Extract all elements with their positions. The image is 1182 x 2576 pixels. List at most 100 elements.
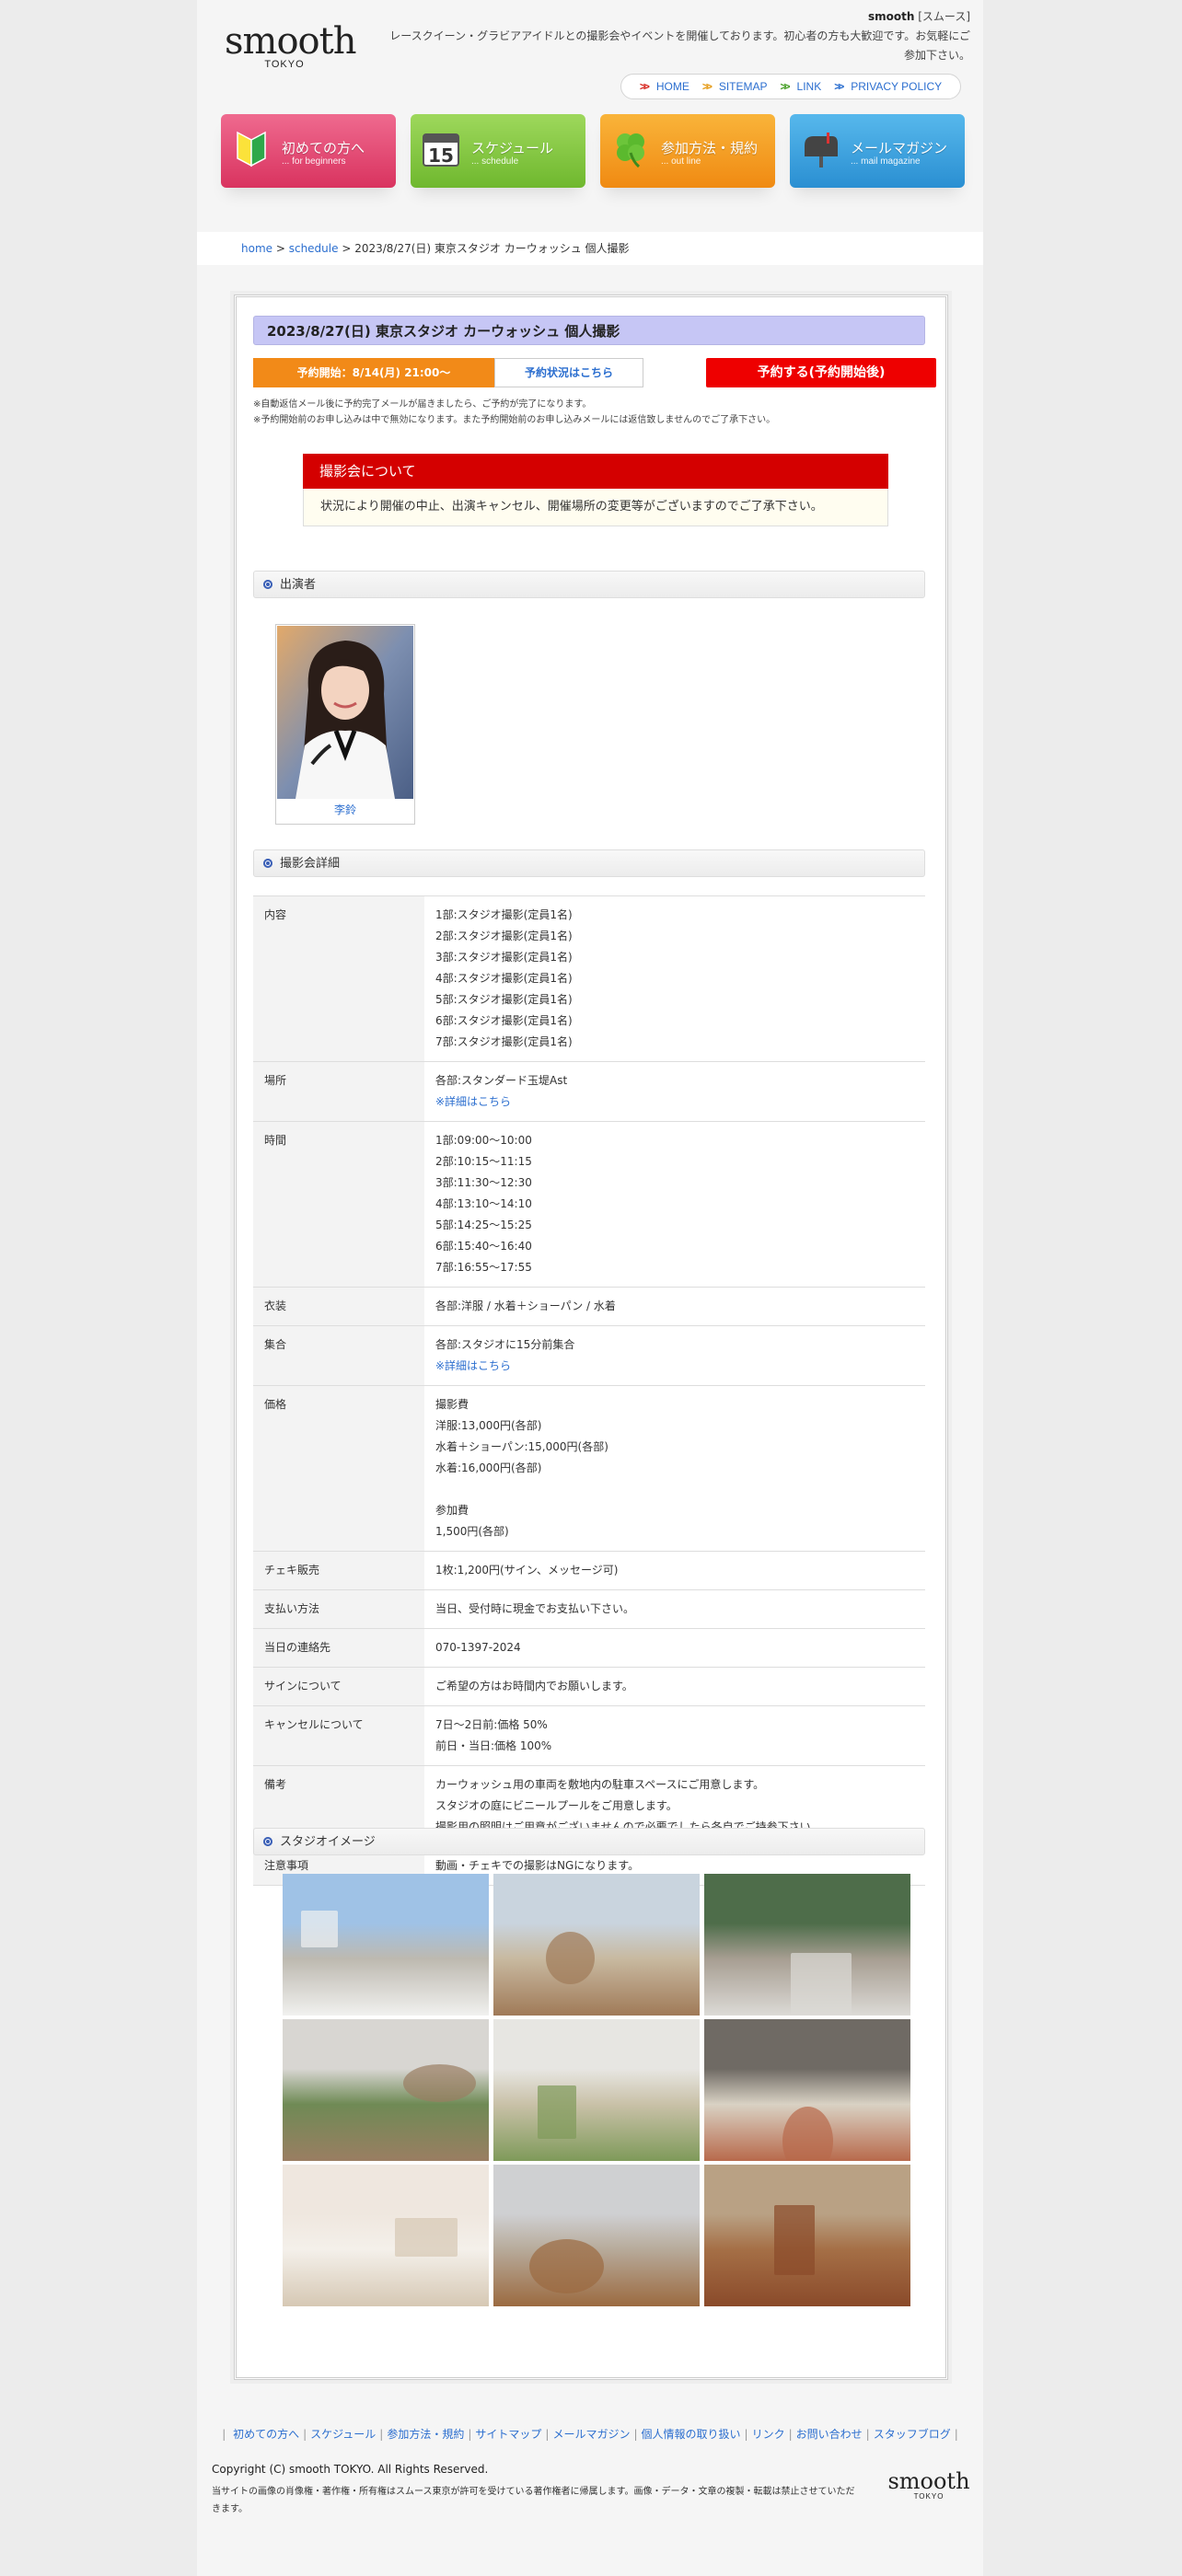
breadcrumb-schedule[interactable]: schedule [289, 242, 339, 255]
event-title: 2023/8/27(日) 東京スタジオ カーウォッシュ 個人撮影 [253, 316, 925, 345]
details-row: サインについて ご希望の方はお時間内でお願いします。 [253, 1667, 925, 1706]
details-key: サインについて [253, 1667, 424, 1706]
details-value-line: 2部:10:15〜11:15 [435, 1155, 532, 1168]
studio-photo[interactable] [493, 2019, 700, 2161]
studio-photo[interactable] [283, 1874, 489, 2016]
details-value: 各部:洋服 / 水着＋ショーパン / 水着 [424, 1287, 925, 1326]
details-row: 時間 1部:09:00〜10:00 2部:10:15〜11:15 3部:11:30〜1… [253, 1121, 925, 1288]
site-logo[interactable]: smooth TOKYO [225, 22, 356, 70]
details-value-line: 水着＋ショーパン:15,000円(各部) [435, 1440, 608, 1453]
nav-home[interactable]: >> HOME [640, 80, 690, 93]
site-intro: smooth [スムース] レースクイーン・グラビアアイドルとの撮影会やイベント… [381, 7, 970, 65]
mailbox-icon [805, 133, 838, 167]
details-value-line: 各部:洋服 / 水着＋ショーパン / 水着 [435, 1300, 616, 1312]
intro-brand: smooth [867, 10, 915, 23]
studio-photo[interactable] [704, 1874, 910, 2016]
footer-link[interactable]: サイトマップ [475, 2428, 541, 2441]
chevron-right-icon: >> [701, 80, 713, 93]
svg-text:15: 15 [428, 144, 454, 167]
details-value-line: 1枚:1,200円(サイン、メッセージ可) [435, 1564, 619, 1577]
studio-photo[interactable] [704, 2165, 910, 2306]
studio-photo[interactable] [283, 2165, 489, 2306]
details-key: 時間 [253, 1121, 424, 1288]
details-value-line: 各部:スタジオに15分前集合 [435, 1338, 575, 1351]
footer-link[interactable]: 初めての方へ [233, 2428, 299, 2441]
note-line: ※自動返信メール後に予約完了メールが届きましたら、ご予約が完了になります。 [253, 399, 592, 410]
details-row: 集合 各部:スタジオに15分前集合 ※詳細はこちら [253, 1325, 925, 1386]
schedule-button[interactable]: 15 スケジュール ... schedule [411, 114, 585, 188]
details-key: 集合 [253, 1325, 424, 1386]
studio-photo[interactable] [283, 2019, 489, 2161]
studio-photo-detail [791, 1953, 852, 2016]
details-key: 価格 [253, 1385, 424, 1552]
beginners-sub: ... for beginners [282, 156, 346, 167]
details-value-line: 1,500円(各部) [435, 1525, 509, 1538]
details-value-line: カーウォッシュ用の車両を敷地内の駐車スペースにご用意します。 [435, 1778, 765, 1791]
studio-photo[interactable] [493, 2165, 700, 2306]
outline-title: 参加方法・規約 [661, 140, 759, 156]
mail-magazine-sub: ... mail magazine [851, 156, 921, 167]
details-value-line: 4部:13:10〜14:10 [435, 1197, 532, 1210]
footer-link[interactable]: 参加方法・規約 [387, 2428, 464, 2441]
details-value-line: 水着:16,000円(各部) [435, 1461, 542, 1474]
outline-sub: ... out line [661, 156, 701, 167]
outline-button[interactable]: 参加方法・規約 ... out line [600, 114, 775, 188]
nav-sitemap-label: SITEMAP [718, 80, 768, 93]
details-value-line: 各部:スタンダード玉堤Ast [435, 1074, 568, 1087]
nav-privacy-label: PRIVACY POLICY [851, 80, 943, 93]
legal-notice: 当サイトの画像の肖像権・著作権・所有権はスムース東京が許可を受けている著作権者に… [212, 2487, 855, 2514]
details-heading: 撮影会詳細 [253, 849, 925, 877]
details-value-line: ご希望の方はお時間内でお願いします。 [435, 1680, 633, 1692]
intro-brand-kana: [スムース] [918, 10, 970, 23]
details-value: 1部:スタジオ撮影(定員1名) 2部:スタジオ撮影(定員1名) 3部:スタジオ撮影(… [424, 895, 925, 1062]
breadcrumb-home[interactable]: home [241, 242, 272, 255]
nav-link[interactable]: >> LINK [781, 80, 822, 93]
footer-link[interactable]: お問い合わせ [796, 2428, 863, 2441]
studio-photo[interactable] [704, 2019, 910, 2161]
nav-privacy[interactable]: >> PRIVACY POLICY [834, 80, 942, 93]
studio-heading: スタジオイメージ [253, 1828, 925, 1855]
reservation-status-link[interactable]: 予約状況はこちら [494, 358, 643, 387]
details-value-line: 撮影費 [435, 1398, 469, 1411]
schedule-sub: ... schedule [471, 156, 519, 167]
details-value-line: 3部:11:30〜12:30 [435, 1176, 532, 1189]
beginners-button[interactable]: 初めての方へ ... for beginners [221, 114, 396, 188]
studio-photo-detail [546, 1932, 595, 1984]
details-value: 1枚:1,200円(サイン、メッセージ可) [424, 1551, 925, 1590]
footer-link[interactable]: リンク [752, 2428, 785, 2441]
details-link[interactable]: ※詳細はこちら [435, 1095, 511, 1108]
page: smooth TOKYO smooth [スムース] レースクイーン・グラビアア… [197, 0, 983, 2576]
details-key: キャンセルについて [253, 1705, 424, 1766]
details-value-line: 7日〜2日前:価格 50% [435, 1718, 548, 1731]
details-key: 支払い方法 [253, 1589, 424, 1629]
footer-link[interactable]: スケジュール [310, 2428, 376, 2441]
studio-photo-detail [529, 2239, 604, 2293]
footer-link[interactable]: メールマガジン [552, 2428, 630, 2441]
reserve-button[interactable]: 予約する(予約開始後) [706, 358, 936, 387]
performer-photo[interactable] [277, 626, 413, 799]
schedule-title: スケジュール [471, 140, 553, 156]
footer-link[interactable]: 個人情報の取り扱い [642, 2428, 741, 2441]
mail-magazine-button[interactable]: メールマガジン ... mail magazine [790, 114, 965, 188]
chevron-right-icon: >> [639, 80, 650, 93]
details-key: 内容 [253, 895, 424, 1062]
details-value-line: スタジオの庭にビニールプールをご用意します。 [435, 1799, 678, 1812]
details-row: 内容 1部:スタジオ撮影(定員1名) 2部:スタジオ撮影(定員1名) 3部:スタジオ撮… [253, 895, 925, 1062]
breadcrumb-current: 2023/8/27(日) 東京スタジオ カーウォッシュ 個人撮影 [354, 242, 630, 255]
studio-photo-detail [403, 2064, 476, 2102]
nav-sitemap[interactable]: >> SITEMAP [702, 80, 768, 93]
details-value: 撮影費洋服:13,000円(各部) 水着＋ショーパン:15,000円(各部) 水着:… [424, 1385, 925, 1552]
copyright: Copyright (C) smooth TOKYO. All Rights R… [212, 2463, 489, 2476]
details-link[interactable]: ※詳細はこちら [435, 1359, 511, 1372]
footer-link[interactable]: スタッフブログ [874, 2428, 951, 2441]
studio-photo[interactable] [493, 1874, 700, 2016]
details-row: キャンセルについて 7日〜2日前:価格 50% 前日・当日:価格 100% [253, 1705, 925, 1766]
calendar-icon: 15 [423, 133, 459, 167]
details-value-line: 洋服:13,000円(各部) [435, 1419, 542, 1432]
reservation-row: 予約開始：8/14(月) 21:00〜 予約状況はこちら 予約する(予約開始後) [253, 358, 936, 389]
footer-logo[interactable]: smooth TOKYO [887, 2470, 970, 2501]
details-table: 内容 1部:スタジオ撮影(定員1名) 2部:スタジオ撮影(定員1名) 3部:スタジオ撮… [253, 895, 925, 1886]
performer-card[interactable]: 李鈴 [275, 624, 415, 825]
performer-name[interactable]: 李鈴 [276, 802, 414, 817]
header: smooth TOKYO smooth [スムース] レースクイーン・グラビアア… [197, 0, 983, 110]
